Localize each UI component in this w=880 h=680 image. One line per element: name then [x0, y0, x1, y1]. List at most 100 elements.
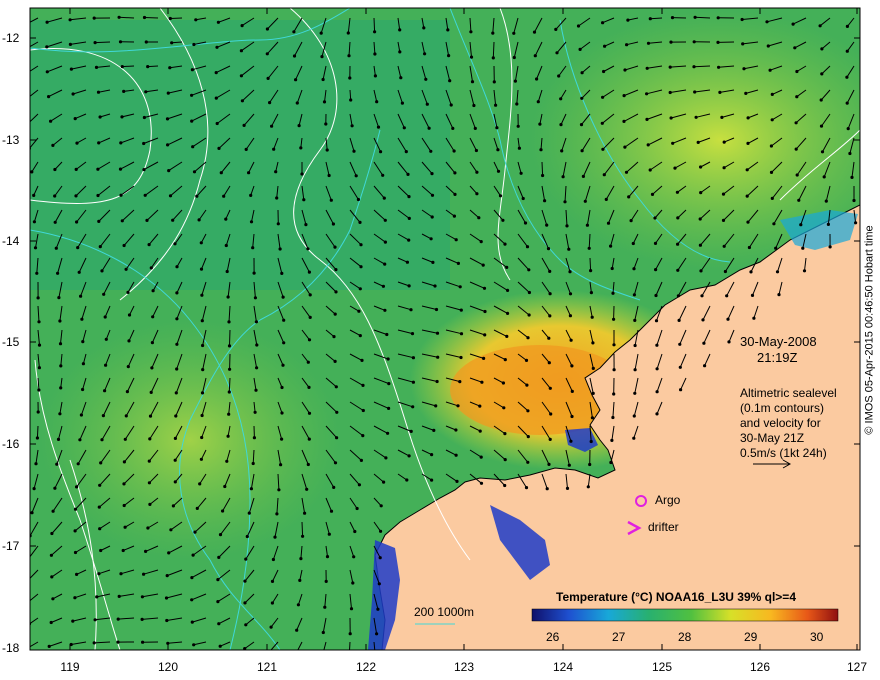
velocity-vector-head [242, 123, 246, 127]
velocity-vector-head [480, 380, 484, 384]
velocity-vector-head [332, 335, 336, 339]
lon-tick-122: 122 [355, 660, 377, 674]
velocity-vector-head [543, 199, 547, 203]
velocity-vector-head [73, 529, 77, 533]
velocity-vector-head [410, 332, 415, 336]
velocity-vector-head [118, 167, 123, 171]
velocity-vector-head [247, 511, 251, 515]
velocity-vector-head [35, 436, 40, 440]
velocity-vector-head [222, 194, 226, 198]
velocity-vector-head [725, 294, 729, 298]
velocity-vector-head [645, 92, 649, 96]
velocity-vector-head [545, 223, 549, 227]
velocity-vector-head [478, 404, 482, 408]
velocity-vector-head [527, 268, 531, 272]
velocity-vector-head [794, 147, 798, 151]
velocity-vector-head [727, 340, 731, 344]
velocity-vector-head [35, 271, 39, 275]
velocity-vector-head [454, 453, 458, 457]
velocity-vector-head [279, 463, 283, 467]
velocity-vector-head [818, 24, 822, 28]
velocity-vector-head [559, 97, 563, 101]
colorbar-title: Temperature (°C) NOAA16_L3U 39% ql>=4 [556, 590, 796, 604]
velocity-vector-head [193, 530, 197, 534]
velocity-vector-head [306, 462, 310, 467]
velocity-vector-head [275, 196, 279, 200]
velocity-vector-head [698, 243, 703, 247]
velocity-vector-head [273, 535, 277, 539]
credit-line: © IMOS 05-Apr-2015 00:46:50 Hobart time [860, 10, 880, 650]
velocity-vector-head [453, 171, 457, 175]
velocity-vector-head [580, 96, 584, 100]
velocity-vector-head [119, 572, 123, 576]
velocity-vector-head [348, 76, 352, 80]
velocity-vector-head [350, 124, 354, 128]
velocity-vector-head [32, 220, 37, 224]
velocity-vector-head [449, 103, 453, 107]
velocity-vector [95, 41, 111, 44]
velocity-vector-head [27, 579, 30, 582]
velocity-vector-head [794, 121, 798, 125]
velocity-vector-head [59, 364, 63, 368]
velocity-vector-head [379, 150, 383, 154]
velocity-vector-head [454, 428, 458, 432]
velocity-vector-head [294, 78, 298, 82]
lon-tick-121: 121 [256, 660, 278, 674]
velocity-vector-head [304, 223, 308, 227]
velocity-vector-head [653, 216, 657, 220]
velocity-vector-head [333, 359, 337, 363]
velocity-vector [144, 17, 159, 19]
velocity-vector-head [145, 218, 149, 222]
velocity-vector-head [200, 293, 204, 297]
lat-tick-18: -18 [2, 641, 20, 655]
velocity-vector-head [227, 320, 231, 324]
velocity-vector-head [80, 317, 84, 321]
velocity-vector-head [523, 221, 528, 225]
velocity-vector-head [407, 195, 411, 199]
legend-line-2: (0.1m contours) [740, 401, 825, 415]
velocity-vector-head [251, 246, 255, 250]
velocity-vector-head [425, 102, 429, 106]
velocity-vector-head [555, 51, 559, 55]
velocity-vector-head [216, 578, 220, 582]
velocity-vector-head [456, 404, 460, 408]
velocity-vector-head [716, 16, 720, 20]
velocity-vector-head [777, 293, 781, 297]
velocity-vector-head [820, 150, 825, 154]
velocity-vector-head [81, 387, 85, 392]
velocity-vector-head [240, 24, 244, 28]
drifter-label: drifter [648, 520, 679, 534]
velocity-vector-head [96, 193, 100, 198]
velocity-vector-head [294, 654, 297, 657]
velocity-vector-head [69, 67, 73, 71]
velocity-vector-head [383, 308, 387, 312]
velocity-vector-head [645, 66, 649, 70]
velocity-vector [492, 41, 495, 58]
velocity-vector-head [548, 437, 552, 441]
velocity-vector-head [226, 434, 230, 438]
velocity-vector-head [491, 31, 495, 35]
velocity-vector-head [217, 146, 221, 150]
velocity-vector-head [398, 28, 402, 32]
velocity-vector-head [292, 30, 296, 34]
velocity-vector-head [547, 336, 551, 340]
velocity-vector-head [295, 628, 299, 632]
velocity-vector-head [244, 147, 248, 151]
velocity-vector-head [335, 436, 339, 440]
velocity-vector-head [71, 92, 75, 96]
velocity-vector-head [352, 555, 356, 559]
velocity-vector-head [361, 434, 365, 438]
velocity-vector-head [81, 340, 85, 344]
velocity-vector-head [698, 217, 702, 221]
velocity-vector-head [243, 601, 247, 605]
velocity-vector-head [359, 458, 363, 462]
velocity-vector-head [23, 73, 26, 76]
velocity-vector [589, 257, 592, 271]
velocity-vector-head [275, 512, 279, 516]
velocity-vector-head [452, 149, 456, 153]
velocity-vector-head [591, 366, 595, 370]
velocity-vector-head [561, 175, 565, 179]
velocity-vector-head [506, 288, 510, 292]
velocity-vector-head [580, 71, 584, 75]
velocity-vector-head [716, 40, 720, 45]
